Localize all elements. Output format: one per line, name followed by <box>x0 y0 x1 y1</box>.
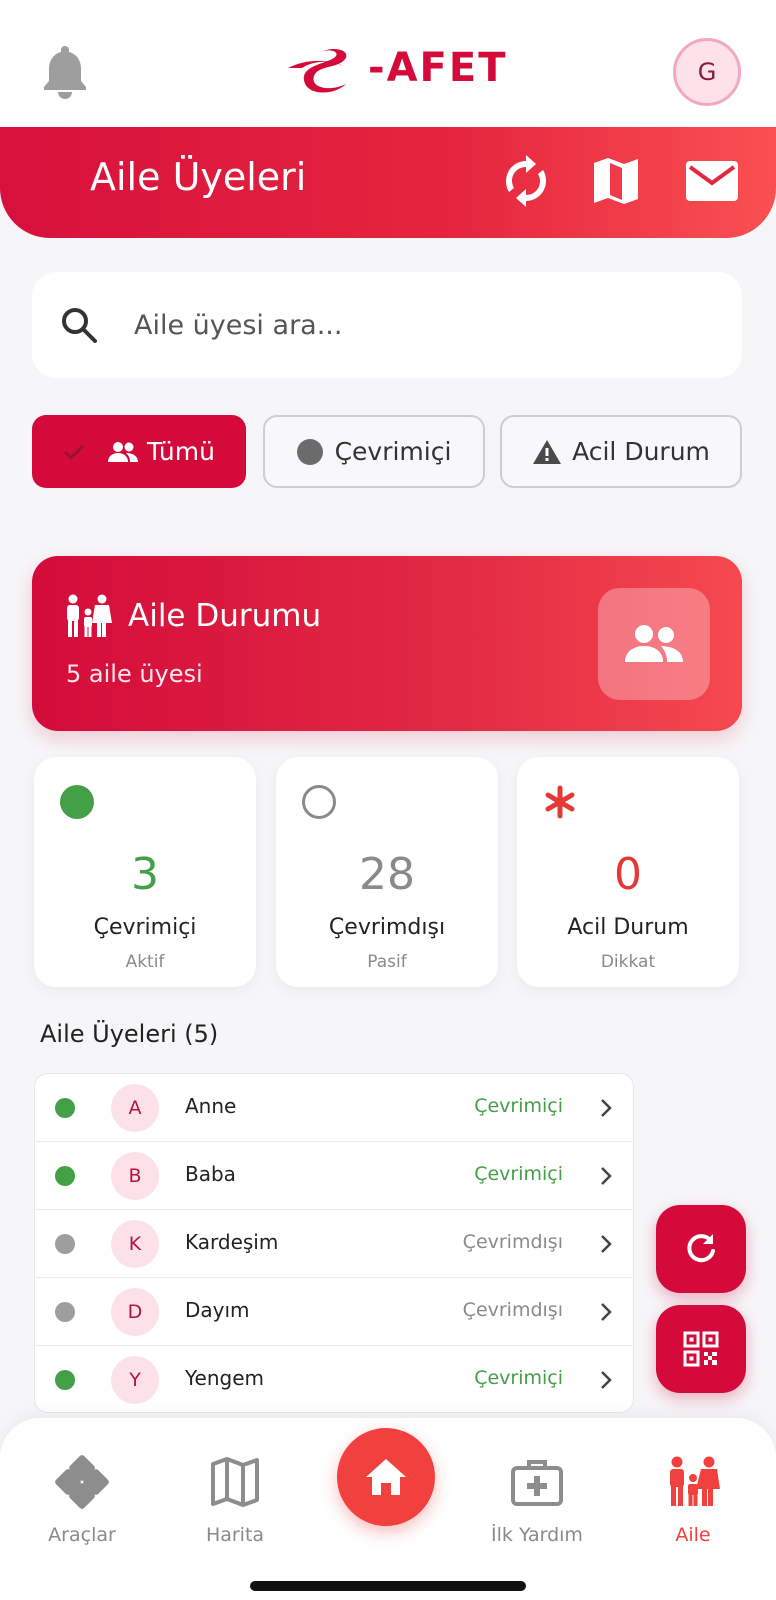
stat-value: 28 <box>359 849 415 900</box>
home-indicator <box>250 1581 526 1591</box>
members-list: A Anne Çevrimiçi B Baba Çevrimiçi K Kard… <box>34 1073 634 1413</box>
circle-icon <box>296 438 323 465</box>
home-button[interactable] <box>337 1428 435 1526</box>
chevron-right-icon <box>601 1371 612 1389</box>
filter-chip-label: Tümü <box>147 437 215 466</box>
chevron-right-icon <box>601 1235 612 1253</box>
search-bar[interactable] <box>32 272 742 378</box>
members-section-title: Aile Üyeleri (5) <box>40 1020 219 1048</box>
logo-text: -AFET <box>368 45 508 91</box>
nav-label: Aile <box>675 1524 711 1546</box>
member-name: Baba <box>185 1162 236 1186</box>
member-avatar: A <box>111 1084 159 1132</box>
tools-icon <box>55 1455 109 1509</box>
family-status-subtitle: 5 aile üyesi <box>66 660 203 688</box>
nav-label: Araçlar <box>48 1524 116 1546</box>
family-icon <box>67 594 112 637</box>
member-status: Çevrimiçi <box>474 1367 563 1389</box>
warning-icon <box>533 439 562 464</box>
nav-label: İlk Yardım <box>491 1524 583 1546</box>
member-avatar: K <box>111 1220 159 1268</box>
bottom-navigation: Araçlar Harita İlk Yardım Aile <box>0 1418 776 1600</box>
refresh-icon <box>687 1234 715 1263</box>
member-avatar: B <box>111 1152 159 1200</box>
online-dot-icon <box>60 785 94 819</box>
stat-value: 0 <box>614 849 642 900</box>
search-input[interactable] <box>134 292 714 358</box>
stat-label: Acil Durum <box>567 915 689 940</box>
map-icon <box>211 1457 259 1507</box>
mail-icon[interactable] <box>682 153 742 209</box>
chevron-right-icon <box>601 1099 612 1117</box>
member-name: Dayım <box>185 1298 250 1322</box>
member-row[interactable]: Y Yengem Çevrimiçi <box>35 1346 633 1412</box>
family-icon <box>670 1456 720 1506</box>
map-icon[interactable] <box>588 153 644 209</box>
check-icon <box>63 444 85 460</box>
member-avatar: D <box>111 1288 159 1336</box>
stat-card-emergency[interactable]: 0 Acil Durum Dikkat <box>517 757 739 987</box>
qr-code-button[interactable] <box>656 1305 746 1393</box>
member-status: Çevrimiçi <box>474 1163 563 1185</box>
offline-circle-icon <box>302 785 336 819</box>
filter-chip-label: Çevrimiçi <box>334 437 452 466</box>
nav-item-first-aid[interactable]: İlk Yardım <box>472 1438 602 1548</box>
stat-card-online[interactable]: 3 Çevrimiçi Aktif <box>34 757 256 987</box>
stat-label: Çevrimiçi <box>93 915 197 940</box>
filter-chip-emergency[interactable]: Acil Durum <box>500 415 742 488</box>
user-avatar[interactable]: G <box>673 38 741 106</box>
home-icon <box>366 1459 406 1495</box>
page-title: Aile Üyeleri <box>90 155 307 199</box>
stat-sublabel: Pasif <box>367 952 407 972</box>
member-name: Anne <box>185 1094 237 1118</box>
logo-mark-icon <box>288 49 347 93</box>
sync-icon[interactable] <box>498 153 554 209</box>
member-row[interactable]: A Anne Çevrimiçi <box>35 1074 633 1142</box>
member-name: Yengem <box>185 1366 265 1390</box>
top-bar: -AFET G <box>0 0 776 127</box>
online-dot-icon <box>55 1166 75 1186</box>
member-row[interactable]: K Kardeşim Çevrimdışı <box>35 1210 633 1278</box>
first-aid-icon <box>511 1460 563 1506</box>
filter-chip-online[interactable]: Çevrimiçi <box>263 415 485 488</box>
member-name: Kardeşim <box>185 1230 279 1254</box>
offline-dot-icon <box>55 1302 75 1322</box>
family-status-card[interactable]: Aile Durumu 5 aile üyesi <box>32 556 742 731</box>
group-icon <box>625 625 683 662</box>
bell-icon[interactable] <box>40 42 90 102</box>
chevron-right-icon <box>601 1303 612 1321</box>
nav-item-map[interactable]: Harita <box>170 1438 300 1548</box>
chevron-right-icon <box>601 1167 612 1185</box>
group-icon <box>108 441 139 462</box>
family-status-title: Aile Durumu <box>128 598 322 634</box>
family-status-badge <box>598 588 710 700</box>
page-header: Aile Üyeleri <box>0 127 776 238</box>
member-avatar: Y <box>111 1356 159 1404</box>
filter-chip-label: Acil Durum <box>572 437 710 466</box>
refresh-button[interactable] <box>656 1205 746 1293</box>
member-status: Çevrimiçi <box>474 1095 563 1117</box>
member-status: Çevrimdışı <box>462 1299 563 1321</box>
nav-label: Harita <box>205 1524 265 1546</box>
stat-sublabel: Aktif <box>125 952 165 972</box>
nav-item-family[interactable]: Aile <box>628 1438 758 1548</box>
search-icon <box>62 308 97 343</box>
online-dot-icon <box>55 1098 75 1118</box>
filter-chip-all[interactable]: Tümü <box>32 415 246 488</box>
member-row[interactable]: B Baba Çevrimiçi <box>35 1142 633 1210</box>
stat-label: Çevrimdışı <box>328 915 446 940</box>
qr-code-icon <box>683 1331 719 1367</box>
stat-card-offline[interactable]: 28 Çevrimdışı Pasif <box>276 757 498 987</box>
nav-item-tools[interactable]: Araçlar <box>17 1438 147 1548</box>
app-logo: -AFET <box>284 38 508 98</box>
asterisk-icon <box>545 785 575 819</box>
stat-value: 3 <box>131 849 159 900</box>
online-dot-icon <box>55 1370 75 1390</box>
stat-sublabel: Dikkat <box>600 952 656 972</box>
member-status: Çevrimdışı <box>462 1231 563 1253</box>
member-row[interactable]: D Dayım Çevrimdışı <box>35 1278 633 1346</box>
offline-dot-icon <box>55 1234 75 1254</box>
